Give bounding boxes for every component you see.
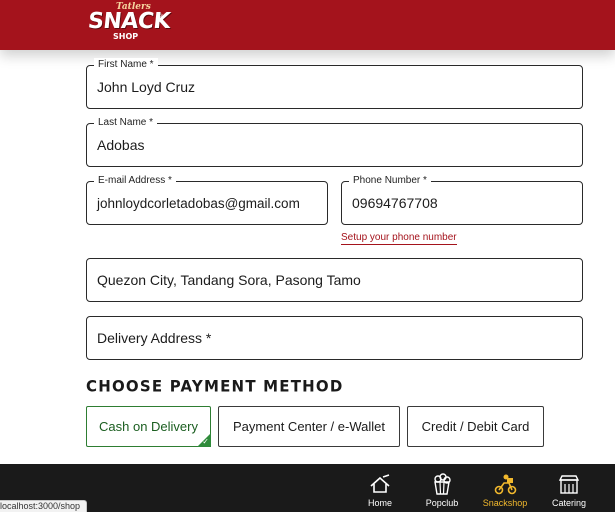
- check-icon: ✓: [202, 437, 209, 446]
- logo-sub: SHOP: [113, 32, 139, 41]
- catering-icon: [558, 475, 580, 494]
- email-input[interactable]: johnloydcorletadobas@gmail.com: [97, 182, 300, 224]
- last-name-input[interactable]: Adobas: [97, 124, 144, 166]
- home-icon: [370, 474, 390, 493]
- bottom-navigation: Home Popclub Snackshop Catering: [0, 464, 615, 512]
- delivery-address-field[interactable]: Delivery Address *: [86, 316, 583, 360]
- payment-method-title: CHOOSE PAYMENT METHOD: [86, 376, 344, 396]
- first-name-field[interactable]: First Name * John Loyd Cruz: [86, 58, 583, 109]
- nav-popclub-label: Popclub: [425, 498, 459, 508]
- payment-card-button[interactable]: Credit / Debit Card: [407, 406, 544, 447]
- snackshop-logo[interactable]: Tatlers SNACK ® SHOP: [86, 2, 172, 46]
- nav-home-label: Home: [367, 498, 392, 508]
- phone-input[interactable]: 09694767708: [352, 182, 438, 224]
- address-input[interactable]: Quezon City, Tandang Sora, Pasong Tamo: [97, 259, 361, 301]
- page: Tatlers SNACK ® SHOP First Name * John L…: [0, 0, 615, 512]
- payment-ewallet-label: Payment Center / e-Wallet: [233, 419, 385, 434]
- nav-catering[interactable]: Catering: [540, 464, 598, 512]
- delivery-address-input[interactable]: Delivery Address *: [97, 317, 211, 359]
- nav-home[interactable]: Home: [351, 464, 409, 512]
- address-field[interactable]: Quezon City, Tandang Sora, Pasong Tamo: [86, 258, 583, 302]
- payment-ewallet-button[interactable]: Payment Center / e-Wallet: [218, 406, 400, 447]
- nav-catering-label: Catering: [551, 498, 587, 508]
- setup-phone-link[interactable]: Setup your phone number: [341, 232, 457, 245]
- payment-cod-label: Cash on Delivery: [99, 419, 198, 434]
- status-url: localhost:3000/shop: [0, 500, 88, 512]
- first-name-input[interactable]: John Loyd Cruz: [97, 66, 195, 108]
- bike-icon: [494, 474, 517, 495]
- nav-snackshop-label: Snackshop: [482, 498, 528, 508]
- logo-registered-mark: ®: [158, 14, 164, 21]
- email-field[interactable]: E-mail Address * johnloydcorletadobas@gm…: [86, 174, 328, 225]
- popcorn-icon: [434, 473, 451, 495]
- last-name-field[interactable]: Last Name * Adobas: [86, 116, 583, 167]
- payment-cod-button[interactable]: Cash on Delivery ✓: [86, 406, 211, 447]
- nav-snackshop[interactable]: Snackshop: [476, 464, 534, 512]
- logo-name: SNACK: [86, 9, 172, 34]
- top-header: Tatlers SNACK ® SHOP: [0, 0, 615, 50]
- payment-card-label: Credit / Debit Card: [421, 419, 530, 434]
- nav-popclub[interactable]: Popclub: [413, 464, 471, 512]
- phone-field[interactable]: Phone Number * 09694767708: [341, 174, 583, 225]
